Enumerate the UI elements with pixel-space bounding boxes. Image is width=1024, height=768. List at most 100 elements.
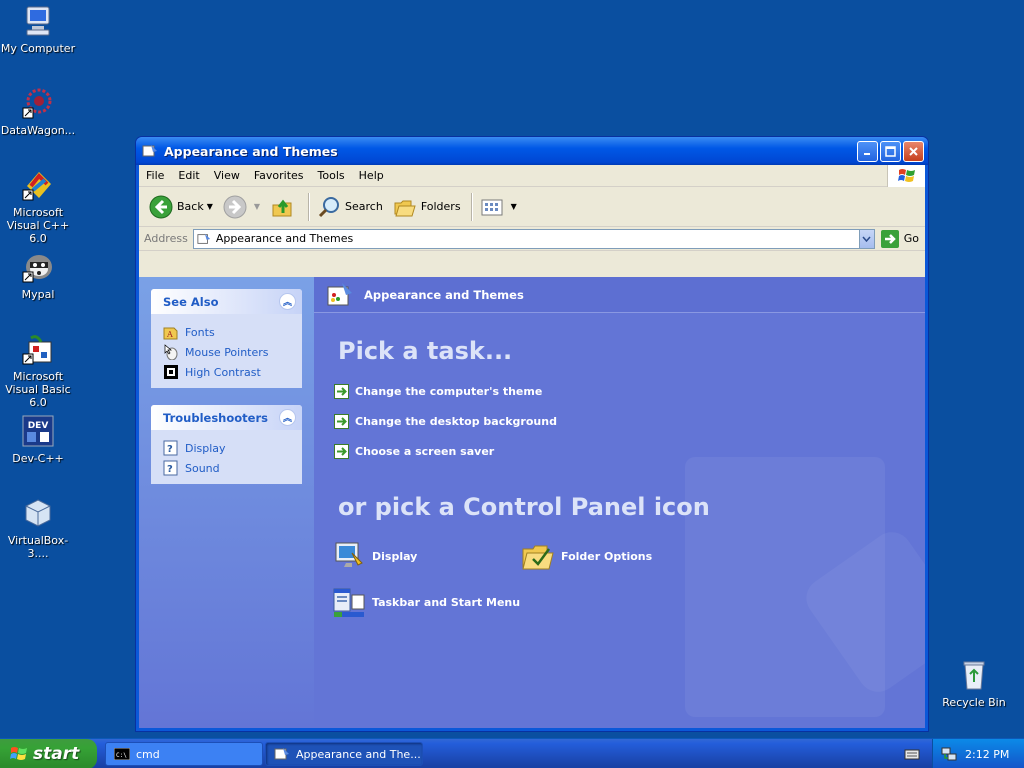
up-folder-icon — [272, 199, 292, 216]
link-label: High Contrast — [185, 365, 261, 379]
chevron-down-icon — [862, 236, 871, 242]
minimize-icon — [864, 152, 870, 155]
see-also-header[interactable]: See Also ︽ — [151, 289, 302, 314]
troubleshooters-header[interactable]: Troubleshooters ︽ — [151, 405, 302, 430]
desktop-icon-datawagon[interactable]: DataWagon... — [0, 86, 78, 137]
task-screen-saver[interactable]: Choose a screen saver — [334, 444, 494, 459]
main-pane: Appearance and Themes Pick a task... Cha… — [314, 277, 925, 728]
close-button[interactable] — [903, 140, 924, 162]
content-area: See Also ︽ A Fonts Mouse Pointers High C… — [139, 277, 925, 728]
link-mouse-pointers[interactable]: Mouse Pointers — [163, 342, 290, 362]
link-label: Display — [185, 441, 226, 455]
menu-bar: File Edit View Favorites Tools Help — [139, 165, 925, 187]
recycle-bin-icon — [957, 658, 991, 692]
task-change-theme[interactable]: Change the computer's theme — [334, 384, 542, 399]
go-button[interactable]: Go — [875, 229, 925, 248]
folders-icon — [394, 200, 416, 216]
search-button[interactable]: Search — [313, 191, 387, 223]
taskbar-item-appearance[interactable]: Appearance and The... — [265, 742, 423, 766]
views-icon — [481, 199, 503, 215]
go-arrow-icon — [880, 229, 899, 248]
collapse-icon[interactable]: ︽ — [279, 293, 296, 310]
appearance-themes-icon — [327, 282, 352, 305]
desktop-icon-label: Microsoft Visual C++ 6.0 — [6, 206, 70, 245]
address-input[interactable]: Appearance and Themes — [192, 228, 875, 249]
maximize-button[interactable] — [880, 140, 901, 162]
cp-icon-label: Display — [372, 549, 418, 563]
start-button[interactable]: start — [0, 739, 97, 768]
menu-edit[interactable]: Edit — [171, 169, 206, 182]
desktop-icon-label: My Computer — [0, 42, 76, 55]
collapse-icon[interactable]: ︽ — [279, 409, 296, 426]
taskbar-item-cmd[interactable]: C:\ cmd — [105, 742, 263, 766]
desktop-icon-visual-cpp[interactable]: Microsoft Visual C++ 6.0 — [0, 168, 78, 245]
task-arrow-icon — [334, 384, 349, 399]
svg-text:?: ? — [167, 464, 173, 475]
category-header: Appearance and Themes — [314, 277, 925, 313]
see-also-title: See Also — [163, 294, 219, 309]
help-icon: ? — [163, 440, 178, 456]
search-label: Search — [345, 200, 383, 213]
desktop-icon-dev-cpp[interactable]: DEV Dev-C++ — [0, 414, 78, 465]
chevron-down-icon: ▼ — [510, 202, 517, 211]
link-troubleshoot-sound[interactable]: ? Sound — [163, 458, 290, 478]
network-icon[interactable] — [941, 746, 957, 762]
troubleshooters-title: Troubleshooters — [163, 410, 268, 425]
taskbar-item-label: cmd — [136, 747, 160, 761]
back-button[interactable]: Back ▼ — [145, 191, 217, 223]
views-button[interactable]: ▼ — [476, 191, 521, 223]
menu-help[interactable]: Help — [352, 169, 391, 182]
link-troubleshoot-display[interactable]: ? Display — [163, 438, 290, 458]
cp-icon-display[interactable]: Display — [332, 539, 417, 573]
dev-cpp-icon: DEV — [21, 414, 55, 448]
control-panel-icon-heading: or pick a Control Panel icon — [338, 493, 710, 521]
menu-file[interactable]: File — [139, 169, 171, 182]
link-high-contrast[interactable]: High Contrast — [163, 362, 290, 382]
address-dropdown-button[interactable] — [858, 229, 874, 248]
desktop-icon-mypal[interactable]: Mypal — [0, 250, 78, 301]
menu-favorites[interactable]: Favorites — [247, 169, 311, 182]
chevron-down-icon[interactable]: ▼ — [207, 202, 213, 211]
system-tray: 2:12 PM — [932, 739, 1024, 768]
task-arrow-icon — [334, 444, 349, 459]
task-label: Change the desktop background — [355, 415, 557, 428]
back-arrow-icon — [149, 195, 173, 218]
appearance-themes-icon — [197, 233, 210, 244]
cp-icon-folder-options[interactable]: Folder Options — [521, 539, 652, 573]
desktop-icon-my-computer[interactable]: My Computer — [0, 4, 78, 55]
desktop-icon-label: Mypal — [21, 288, 55, 301]
keyboard-icon[interactable] — [904, 747, 920, 761]
explorer-window: Appearance and Themes File Edit View Fav… — [135, 136, 929, 732]
link-fonts[interactable]: A Fonts — [163, 322, 290, 342]
fonts-icon: A — [163, 327, 178, 340]
desktop-icon-visual-basic[interactable]: Microsoft Visual Basic 6.0 — [0, 332, 78, 409]
virtualbox-icon — [21, 496, 55, 530]
menu-view[interactable]: View — [207, 169, 247, 182]
taskbar-item-label: Appearance and The... — [296, 747, 421, 761]
toolbar-separator — [470, 192, 472, 221]
cmd-icon: C:\ — [114, 748, 130, 760]
window-titlebar[interactable]: Appearance and Themes — [136, 137, 928, 165]
task-change-background[interactable]: Change the desktop background — [334, 414, 557, 429]
minimize-button[interactable] — [857, 140, 878, 162]
chevron-down-icon[interactable]: ▼ — [254, 202, 260, 211]
desktop-icon-virtualbox[interactable]: VirtualBox-3.... — [0, 496, 78, 560]
up-folder-button[interactable] — [266, 191, 302, 223]
cp-icon-taskbar-start-menu[interactable]: Taskbar and Start Menu — [332, 585, 520, 619]
folders-button[interactable]: Folders — [389, 191, 465, 223]
desktop-icon-recycle-bin[interactable]: Recycle Bin — [934, 658, 1014, 709]
forward-button[interactable]: ▼ — [219, 191, 264, 223]
standard-toolbar: Back ▼ ▼ Search Folders ▼ — [139, 187, 925, 227]
category-title: Appearance and Themes — [364, 287, 524, 302]
folder-options-icon — [522, 545, 554, 570]
menu-tools[interactable]: Tools — [311, 169, 352, 182]
appearance-themes-icon — [142, 145, 157, 157]
svg-text:?: ? — [167, 444, 173, 455]
link-label: Sound — [185, 461, 220, 475]
mypal-icon — [21, 250, 55, 284]
desktop-icon-label: Recycle Bin — [942, 696, 1006, 709]
start-label: start — [33, 744, 80, 764]
folders-label: Folders — [420, 200, 461, 213]
task-label: Change the computer's theme — [355, 385, 543, 398]
clock[interactable]: 2:12 PM — [965, 748, 1009, 761]
